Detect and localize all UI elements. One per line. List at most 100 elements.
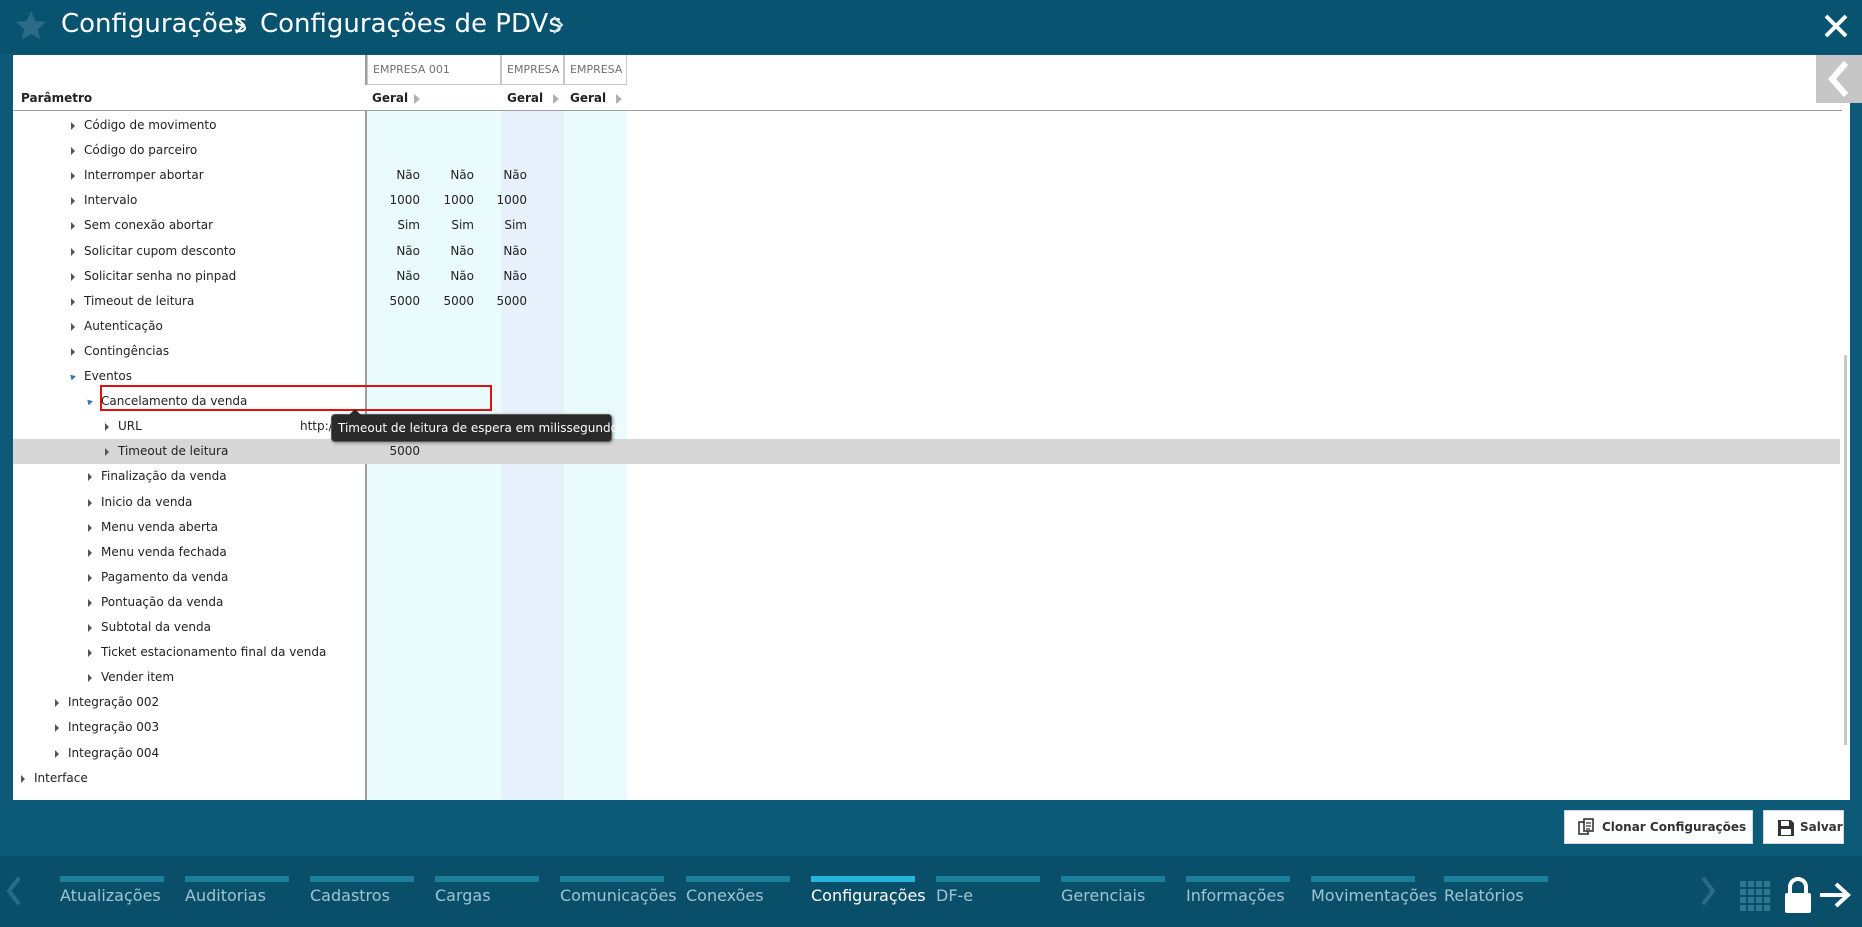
expand-triangle-icon[interactable] [71, 247, 75, 256]
expand-triangle-icon[interactable] [71, 222, 75, 231]
expand-triangle-icon[interactable] [105, 448, 109, 457]
breadcrumb-configuracoes[interactable]: Configurações [61, 8, 247, 40]
nav-item-bar [1311, 876, 1415, 882]
tree-row[interactable]: Cancelamento da venda [13, 389, 1840, 414]
tree-row[interactable]: Subtotal da venda [13, 615, 1840, 640]
tree-row[interactable]: Timeout de leitura 5000 5000 5000 [13, 289, 1840, 314]
tree-row-label: Menu venda fechada [101, 544, 227, 559]
expand-triangle-icon[interactable] [71, 272, 75, 281]
expand-triangle-icon[interactable] [71, 197, 75, 206]
cell-value[interactable]: 5000 [340, 439, 420, 464]
tree-row[interactable]: Sem conexão abortar Sim Sim Sim [13, 213, 1840, 238]
expand-triangle-icon[interactable] [553, 94, 559, 104]
save-button[interactable]: Salvar [1763, 810, 1844, 844]
tree-row[interactable]: Timeout de leitura 5000 [13, 439, 1840, 465]
tree-row[interactable]: Pontuação da venda [13, 590, 1840, 615]
empresa-header[interactable]: EMPRESA [564, 55, 627, 85]
tree-row[interactable]: Menu venda fechada [13, 540, 1840, 565]
tree-row[interactable]: Interromper abortar Não Não Não [13, 163, 1840, 188]
tree-row[interactable]: Intervalo 1000 1000 1000 [13, 188, 1840, 213]
empresa-header[interactable]: EMPRESA 001 [367, 55, 501, 85]
expand-triangle-icon[interactable] [71, 322, 75, 331]
tree-row[interactable]: Solicitar senha no pinpad Não Não Não [13, 264, 1840, 289]
expand-triangle-icon[interactable] [88, 473, 92, 482]
tree-row[interactable]: Vender item [13, 665, 1840, 690]
expand-triangle-icon[interactable] [616, 94, 622, 104]
cell-value[interactable]: 1000 [447, 188, 527, 213]
expand-triangle-icon[interactable] [88, 674, 92, 683]
expand-triangle-icon[interactable] [21, 774, 25, 783]
expand-triangle-icon[interactable] [55, 699, 59, 708]
exit-arrow-icon[interactable] [1818, 880, 1852, 910]
chevron-right-icon[interactable] [551, 14, 565, 36]
tree-row[interactable]: URLhttp://127.0.0.1:4141 [13, 414, 1840, 439]
collapse-triangle-icon[interactable] [85, 397, 93, 406]
nav-item-label: Comunicações [560, 886, 677, 905]
tree-row[interactable]: Autenticação [13, 314, 1840, 339]
expand-triangle-icon[interactable] [105, 423, 109, 432]
chevron-left-icon[interactable] [1816, 55, 1862, 103]
nav-item-label: Informações [1186, 886, 1285, 905]
cell-value[interactable]: Não [447, 163, 527, 188]
expand-triangle-icon[interactable] [88, 573, 92, 582]
expand-triangle-icon[interactable] [414, 94, 420, 104]
collapse-triangle-icon[interactable] [68, 372, 76, 381]
nav-right-icon[interactable] [1700, 876, 1716, 906]
expand-triangle-icon[interactable] [88, 598, 92, 607]
expand-triangle-icon[interactable] [71, 347, 75, 356]
expand-triangle-icon[interactable] [88, 498, 92, 507]
tree-row[interactable]: Solicitar cupom desconto Não Não Não [13, 239, 1840, 264]
scrollbar-thumb[interactable] [1844, 355, 1847, 745]
expand-triangle-icon[interactable] [71, 297, 75, 306]
empresa-header[interactable]: EMPRESA [501, 55, 564, 85]
nav-item-bar [1061, 876, 1165, 882]
tree-row[interactable]: Inicio da venda [13, 490, 1840, 515]
tree-row-label: Timeout de leitura [84, 293, 195, 308]
expand-triangle-icon[interactable] [88, 624, 92, 632]
expand-triangle-icon[interactable] [88, 649, 92, 658]
expand-triangle-icon[interactable] [71, 122, 75, 130]
clone-icon [1578, 818, 1594, 835]
tree-row[interactable]: Eventos [13, 364, 1840, 389]
star-icon[interactable] [13, 8, 49, 44]
expand-triangle-icon[interactable] [71, 147, 75, 156]
tree-row-label: Pontuação da venda [101, 594, 224, 609]
tree-row[interactable]: Contingências [13, 339, 1840, 364]
tree-row[interactable]: Interface [13, 766, 1840, 791]
tree-row-label: Interface [34, 770, 88, 785]
tree-row-label: Interromper abortar [84, 168, 204, 183]
expand-triangle-icon[interactable] [88, 548, 92, 557]
expand-triangle-icon[interactable] [88, 523, 92, 532]
nav-item-bar [560, 876, 664, 882]
cell-value[interactable]: 5000 [447, 289, 527, 314]
cell-value[interactable]: Sim [447, 213, 527, 238]
nav-left-icon[interactable] [6, 876, 22, 906]
tree-row[interactable]: Integração 004 [13, 741, 1840, 766]
lock-icon[interactable] [1783, 877, 1813, 915]
chevron-right-icon [235, 16, 246, 34]
tree-row[interactable]: Integração 003 [13, 715, 1840, 740]
expand-triangle-icon[interactable] [55, 749, 59, 758]
cell-value[interactable]: Não [447, 239, 527, 264]
tree-row-label: Ticket estacionamento final da venda [101, 645, 327, 660]
tree-row[interactable]: Menu venda aberta [13, 515, 1840, 540]
clone-config-button[interactable]: Clonar Configurações [1564, 810, 1753, 844]
cell-value[interactable]: Não [447, 264, 527, 289]
bottom-nav [0, 856, 1862, 927]
tree-row[interactable]: Código do parceiro [13, 138, 1840, 163]
tree-row-label: Integração 004 [68, 745, 160, 760]
tree-row[interactable]: Ticket estacionamento final da venda [13, 640, 1840, 665]
tree-row[interactable]: Código de movimento [13, 113, 1840, 138]
tree-row[interactable]: Integração 002 [13, 690, 1840, 715]
expand-triangle-icon[interactable] [71, 172, 75, 181]
tree-row[interactable]: Finalização da venda [13, 464, 1840, 489]
expand-triangle-icon[interactable] [55, 724, 59, 733]
geral-header[interactable]: Geral [507, 85, 543, 111]
breadcrumb-configuracoes-pdvs[interactable]: Configurações de PDVs [260, 8, 562, 40]
close-icon[interactable] [1822, 12, 1850, 40]
geral-header[interactable]: Geral [570, 85, 606, 111]
geral-header[interactable]: Geral [372, 85, 408, 111]
nav-item-bar [60, 876, 164, 882]
grid-icon[interactable] [1739, 880, 1771, 912]
tree-row[interactable]: Pagamento da venda [13, 565, 1840, 590]
